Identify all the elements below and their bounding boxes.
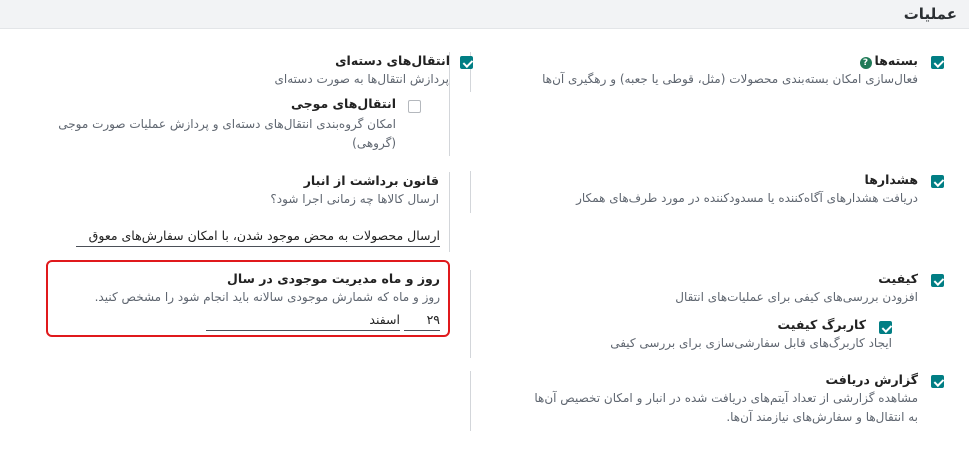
section-title: عملیات xyxy=(903,5,957,23)
setting-batch-transfers: انتقال‌های دسته‌ای پردازش انتقال‌ها به ص… xyxy=(0,52,475,156)
setting-reception-report: گزارش دریافت مشاهده گزارشی از تعداد آیتم… xyxy=(470,371,960,431)
removal-strategy-select[interactable]: ارسال محصولات به محض موجود شدن، با امکان… xyxy=(76,226,440,247)
highlight-box xyxy=(46,260,450,337)
quality-worksheet-desc: ایجاد کاربرگ‌های قابل سفارشی‌سازی برای ب… xyxy=(610,336,892,350)
reception-report-checkbox[interactable] xyxy=(931,375,944,388)
removal-strategy-desc: ارسال کالاها چه زمانی اجرا شود؟ xyxy=(270,192,439,206)
batch-transfers-desc: پردازش انتقال‌ها به صورت دسته‌ای xyxy=(274,72,450,86)
section-header: عملیات xyxy=(0,0,969,29)
setting-quality: کیفیت افزودن بررسی‌های کیفی برای عملیات‌… xyxy=(470,270,960,358)
warnings-checkbox[interactable] xyxy=(931,175,944,188)
wave-transfers-desc-1: امکان گروه‌بندی انتقال‌های دسته‌ای و پرد… xyxy=(58,117,396,131)
warnings-desc: دریافت هشدارهای آگاه‌کننده یا مسدودکننده… xyxy=(576,191,918,205)
setting-packages: بسته‌ها? فعال‌سازی امکان بسته‌بندی محصول… xyxy=(470,52,960,92)
packages-desc: فعال‌سازی امکان بسته‌بندی محصولات (مثل، … xyxy=(542,72,918,86)
setting-warnings: هشدارها دریافت هشدارهای آگاه‌کننده یا مس… xyxy=(470,171,960,213)
wave-transfers-desc-2: (گروهی) xyxy=(352,136,396,150)
reception-report-label: گزارش دریافت xyxy=(825,372,918,387)
reception-report-desc-2: به انتقال‌ها و سفارش‌های نیازمند آن‌ها. xyxy=(726,410,918,424)
batch-transfers-checkbox[interactable] xyxy=(460,56,473,69)
packages-checkbox[interactable] xyxy=(931,56,944,69)
wave-transfers-label: انتقال‌های موجی xyxy=(290,96,396,111)
removal-strategy-label: قانون برداشت از انبار xyxy=(303,173,439,188)
batch-transfers-label: انتقال‌های دسته‌ای xyxy=(335,53,450,68)
quality-label: کیفیت xyxy=(878,271,918,286)
warnings-label: هشدارها xyxy=(864,172,918,187)
quality-worksheet-checkbox[interactable] xyxy=(879,321,892,334)
reception-report-desc-1: مشاهده گزارشی از تعداد آیتم‌های دریافت ش… xyxy=(534,391,918,405)
quality-checkbox[interactable] xyxy=(931,274,944,287)
setting-removal-strategy: قانون برداشت از انبار ارسال کالاها چه زم… xyxy=(0,172,475,252)
wave-transfers-checkbox[interactable] xyxy=(408,100,421,113)
help-icon[interactable]: ? xyxy=(859,57,872,69)
packages-label: بسته‌ها xyxy=(874,53,918,68)
quality-desc: افزودن بررسی‌های کیفی برای عملیات‌های ان… xyxy=(675,290,918,304)
quality-worksheet-label: کاربرگ کیفیت xyxy=(777,317,866,332)
